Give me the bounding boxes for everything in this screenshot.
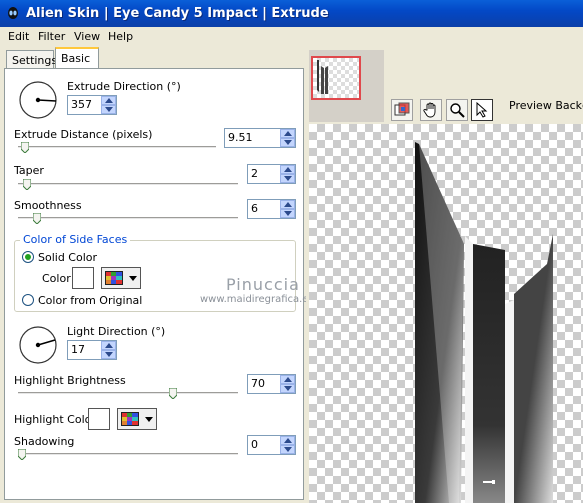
navigator-thumbnail[interactable] <box>311 56 361 100</box>
spin-down-icon[interactable] <box>280 174 295 183</box>
side-faces-group-label: Color of Side Faces <box>20 233 131 246</box>
spin-up-icon[interactable] <box>101 96 116 105</box>
spin-down-icon[interactable] <box>101 105 116 114</box>
spin-up-icon[interactable] <box>280 129 295 138</box>
extrude-direction-dial[interactable] <box>18 80 58 120</box>
menu-edit[interactable]: Edit <box>8 29 29 45</box>
highlight-color-picker-button[interactable] <box>117 408 157 430</box>
light-direction-value[interactable]: 17 <box>71 343 85 356</box>
pointer-icon <box>476 102 488 118</box>
taper-spinner[interactable]: 2 <box>247 164 296 184</box>
side-color-swatch[interactable] <box>72 267 94 289</box>
menu-filter[interactable]: Filter <box>38 29 65 45</box>
light-direction-label: Light Direction (°) <box>67 325 166 338</box>
preview-toggle-icon <box>394 102 410 116</box>
smoothness-slider-thumb[interactable] <box>33 213 41 224</box>
preview-background-label[interactable]: Preview Backgrou <box>509 99 583 112</box>
highlight-brightness-value[interactable]: 70 <box>251 377 265 390</box>
preview-canvas[interactable] <box>309 124 583 503</box>
spin-down-icon[interactable] <box>280 445 295 454</box>
extrude-distance-slider-thumb[interactable] <box>21 142 29 153</box>
extrude-direction-spinner[interactable]: 357 <box>67 95 117 115</box>
alien-skin-logo-icon <box>8 7 18 19</box>
light-direction-dial[interactable] <box>18 325 58 365</box>
navigator-preview-shape <box>317 60 328 94</box>
side-color-label: Color <box>42 272 71 285</box>
window-title: Alien Skin | Eye Candy 5 Impact | Extrud… <box>26 6 329 21</box>
solid-color-label: Solid Color <box>38 251 98 264</box>
taper-value[interactable]: 2 <box>251 167 258 180</box>
highlight-brightness-track[interactable] <box>18 392 238 395</box>
tab-basic[interactable]: Basic <box>55 47 99 70</box>
watermark-url: www.maidiregrafica.eu <box>200 294 315 305</box>
color-from-original-label: Color from Original <box>38 294 143 307</box>
smoothness-spinner[interactable]: 6 <box>247 199 296 219</box>
extrude-distance-value[interactable]: 9.51 <box>228 131 253 144</box>
shadowing-spinner[interactable]: 0 <box>247 435 296 455</box>
spin-up-icon[interactable] <box>280 375 295 384</box>
highlight-brightness-label: Highlight Brightness <box>14 374 126 387</box>
hand-tool-button[interactable] <box>420 99 442 121</box>
extrude-distance-label: Extrude Distance (pixels) <box>14 128 153 141</box>
chevron-down-icon <box>145 417 153 422</box>
spin-up-icon[interactable] <box>280 165 295 174</box>
spin-up-icon[interactable] <box>101 341 116 350</box>
color-grid-icon <box>121 412 139 426</box>
menu-view[interactable]: View <box>74 29 100 45</box>
smoothness-track[interactable] <box>18 217 238 220</box>
spin-up-icon[interactable] <box>280 436 295 445</box>
extrude-direction-value[interactable]: 357 <box>71 98 92 111</box>
side-color-picker-button[interactable] <box>101 267 141 289</box>
pointer-tool-button[interactable] <box>471 99 493 121</box>
zoom-icon <box>450 103 465 118</box>
spin-down-icon[interactable] <box>280 384 295 393</box>
preview-extruded-shape <box>415 142 553 503</box>
shadowing-slider-thumb[interactable] <box>18 449 26 460</box>
shadowing-value[interactable]: 0 <box>251 438 258 451</box>
menu-bar: Edit Filter View Help <box>0 27 583 47</box>
light-direction-spinner[interactable]: 17 <box>67 340 117 360</box>
highlight-color-swatch[interactable] <box>88 408 110 430</box>
extrude-distance-spinner[interactable]: 9.51 <box>224 128 296 148</box>
menu-help[interactable]: Help <box>108 29 133 45</box>
preview-toggle-button[interactable] <box>391 99 413 121</box>
smoothness-value[interactable]: 6 <box>251 202 258 215</box>
solid-color-radio[interactable] <box>22 251 34 263</box>
highlight-brightness-slider-thumb[interactable] <box>169 388 177 399</box>
watermark-name: Pinuccia <box>226 275 300 294</box>
spin-down-icon[interactable] <box>101 350 116 359</box>
taper-slider-thumb[interactable] <box>23 179 31 190</box>
color-grid-icon <box>105 271 123 285</box>
highlight-brightness-spinner[interactable]: 70 <box>247 374 296 394</box>
spin-down-icon[interactable] <box>280 138 295 147</box>
taper-track[interactable] <box>18 183 238 186</box>
hand-icon <box>423 102 436 118</box>
shadowing-label: Shadowing <box>14 435 75 448</box>
zoom-tool-button[interactable] <box>446 99 468 121</box>
extrude-direction-label: Extrude Direction (°) <box>67 80 181 93</box>
taper-label: Taper <box>14 164 44 177</box>
color-from-original-radio[interactable] <box>22 294 34 306</box>
chevron-down-icon <box>129 276 137 281</box>
highlight-color-label: Highlight Color <box>14 413 96 426</box>
extrude-distance-track[interactable] <box>18 146 216 149</box>
shadowing-track[interactable] <box>18 453 238 456</box>
title-bar: Alien Skin | Eye Candy 5 Impact | Extrud… <box>0 0 583 27</box>
smoothness-label: Smoothness <box>14 199 82 212</box>
spin-up-icon[interactable] <box>280 200 295 209</box>
spin-down-icon[interactable] <box>280 209 295 218</box>
